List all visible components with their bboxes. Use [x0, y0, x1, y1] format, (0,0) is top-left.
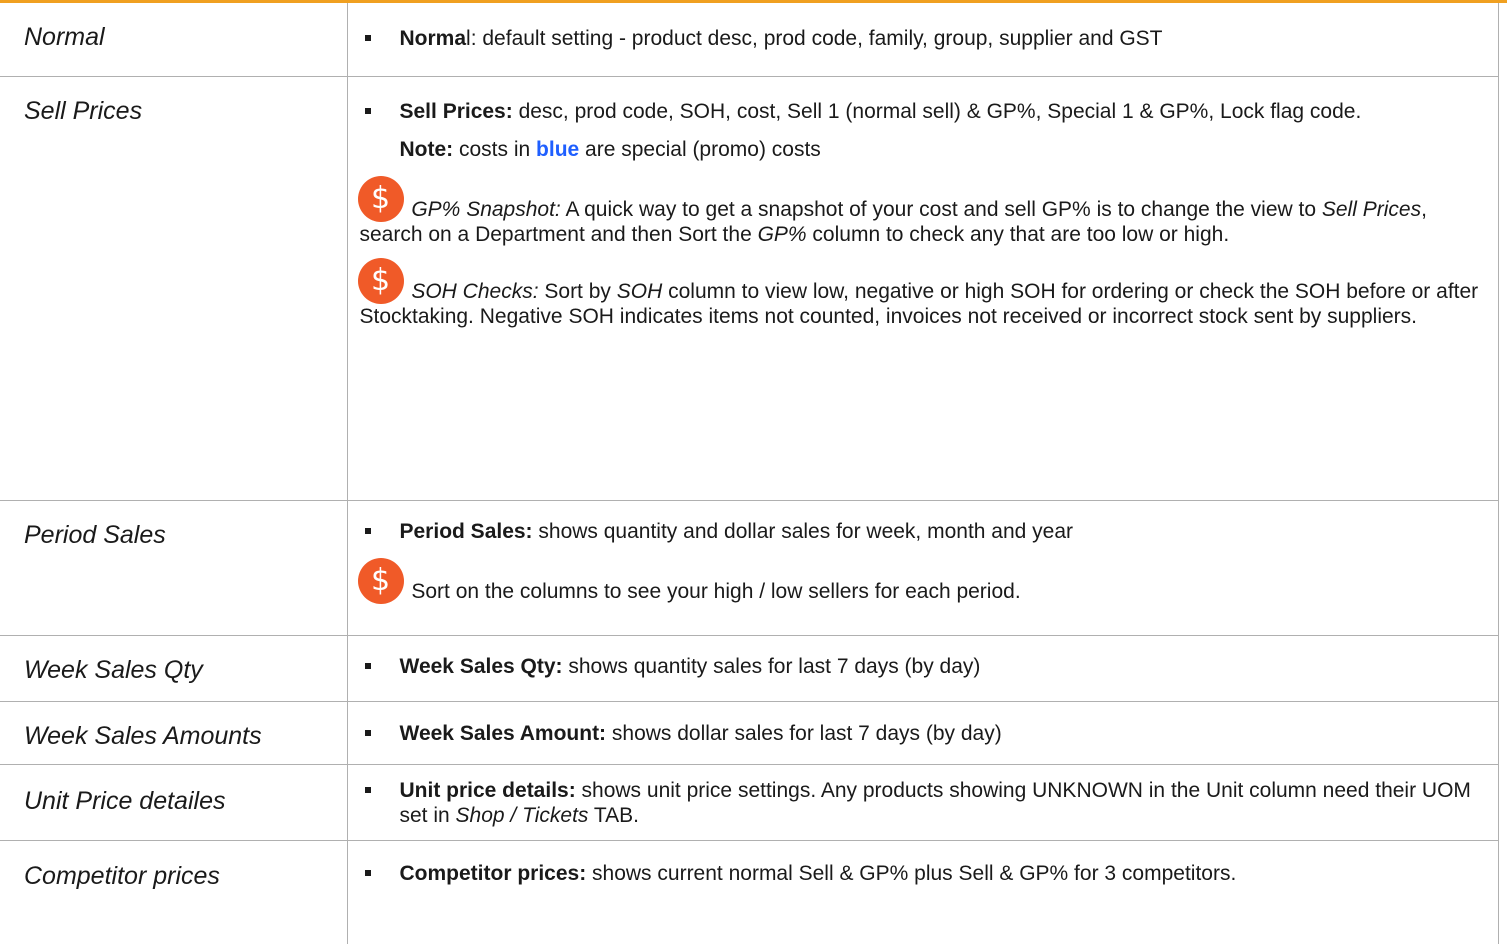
view-description-cell: Week Sales Amount: shows dollar sales fo…: [347, 702, 1499, 765]
table-row: Week Sales Amounts Week Sales Amount: sh…: [0, 702, 1499, 765]
view-label: Competitor prices:: [400, 862, 587, 885]
tip-title: GP% Snapshot:: [411, 198, 560, 221]
tab-name: Shop / Tickets: [456, 804, 589, 827]
view-description-cell: Unit price details: shows unit price set…: [347, 765, 1499, 841]
tip-view-name: Sell Prices: [1322, 198, 1421, 221]
view-description: shows dollar sales for last 7 days (by d…: [606, 722, 1002, 745]
tip-text: Sort on the columns to see your high / l…: [411, 580, 1020, 603]
bullet-item: Period Sales: shows quantity and dollar …: [360, 501, 1489, 544]
view-description: shows quantity sales for last 7 days (by…: [563, 655, 981, 678]
view-description-cell: Period Sales: shows quantity and dollar …: [347, 501, 1499, 636]
table-row: Period Sales Period Sales: shows quantit…: [0, 501, 1499, 636]
view-name-cell: Period Sales: [0, 501, 347, 636]
view-description-end: TAB.: [588, 804, 639, 827]
tip-text: A quick way to get a snapshot of your co…: [561, 198, 1322, 221]
view-name-cell: Competitor prices: [0, 841, 347, 944]
view-description: : default setting - product desc, prod c…: [471, 27, 1163, 50]
note-text: costs in: [453, 138, 536, 161]
view-description: shows quantity and dollar sales for week…: [533, 520, 1073, 543]
tip-text: Sort by: [539, 280, 617, 303]
view-name: Sell Prices: [24, 77, 347, 126]
square-bullet-icon: [365, 787, 371, 793]
view-name: Week Sales Qty: [24, 636, 347, 685]
view-label: Week Sales Amount:: [400, 722, 607, 745]
note-label: Note:: [400, 138, 454, 161]
view-label: Unit price details:: [400, 779, 576, 802]
square-bullet-icon: [365, 730, 371, 736]
bullet-item: Competitor prices: shows current normal …: [360, 841, 1489, 886]
square-bullet-icon: [365, 108, 371, 114]
dollar-coin-icon: $: [358, 558, 404, 604]
note-text-end: are special (promo) costs: [579, 138, 821, 161]
square-bullet-icon: [365, 35, 371, 41]
bullet-item: Sell Prices: desc, prod code, SOH, cost,…: [360, 77, 1489, 124]
view-label: Week Sales Qty:: [400, 655, 563, 678]
view-name-cell: Sell Prices: [0, 77, 347, 501]
view-name-cell: Unit Price detailes: [0, 765, 347, 841]
table-row: Sell Prices Sell Prices: desc, prod code…: [0, 77, 1499, 501]
view-description: shows current normal Sell & GP% plus Sel…: [586, 862, 1236, 885]
dollar-coin-icon: $: [358, 176, 404, 222]
bullet-item: Normal: default setting - product desc, …: [360, 3, 1489, 51]
view-description-cell: Competitor prices: shows current normal …: [347, 841, 1499, 944]
view-label: Norma: [400, 27, 467, 50]
tip-soh-checks: $ SOH Checks: Sort by SOH column to view…: [360, 258, 1489, 329]
bullet-item: Week Sales Qty: shows quantity sales for…: [360, 636, 1489, 679]
view-name-cell: Normal: [0, 3, 347, 77]
square-bullet-icon: [365, 870, 371, 876]
views-table: Normal Normal: default setting - product…: [0, 3, 1499, 944]
tip-title: SOH Checks:: [411, 280, 538, 303]
table-row: Normal Normal: default setting - product…: [0, 3, 1499, 77]
bullet-item: Week Sales Amount: shows dollar sales fo…: [360, 702, 1489, 746]
view-label: Period Sales:: [400, 520, 533, 543]
tip-column-name: SOH: [617, 280, 663, 303]
view-description-cell: Sell Prices: desc, prod code, SOH, cost,…: [347, 77, 1499, 501]
view-name: Unit Price detailes: [24, 765, 347, 816]
table-row: Unit Price detailes Unit price details: …: [0, 765, 1499, 841]
view-description-cell: Normal: default setting - product desc, …: [347, 3, 1499, 77]
view-description: desc, prod code, SOH, cost, Sell 1 (norm…: [513, 100, 1362, 123]
view-name: Competitor prices: [24, 841, 347, 891]
view-name: Period Sales: [24, 501, 347, 550]
view-description-cell: Week Sales Qty: shows quantity sales for…: [347, 636, 1499, 702]
square-bullet-icon: [365, 528, 371, 534]
tip-gp-snapshot: $ GP% Snapshot: A quick way to get a sna…: [360, 176, 1489, 247]
bullet-item: Unit price details: shows unit price set…: [360, 765, 1489, 828]
tip-period-sort: $ Sort on the columns to see your high /…: [360, 558, 1489, 604]
view-label: Sell Prices:: [400, 100, 513, 123]
tip-text: column to check any that are too low or …: [807, 223, 1230, 246]
view-name-cell: Week Sales Amounts: [0, 702, 347, 765]
view-name-cell: Week Sales Qty: [0, 636, 347, 702]
dollar-coin-icon: $: [358, 258, 404, 304]
square-bullet-icon: [365, 663, 371, 669]
tip-column-name: GP%: [758, 223, 807, 246]
view-name: Week Sales Amounts: [24, 702, 347, 751]
view-name: Normal: [24, 3, 347, 52]
table-row: Week Sales Qty Week Sales Qty: shows qua…: [0, 636, 1499, 702]
table-row: Competitor prices Competitor prices: sho…: [0, 841, 1499, 944]
note-blue-word: blue: [536, 138, 579, 161]
note: Note: costs in blue are special (promo) …: [360, 137, 1489, 162]
